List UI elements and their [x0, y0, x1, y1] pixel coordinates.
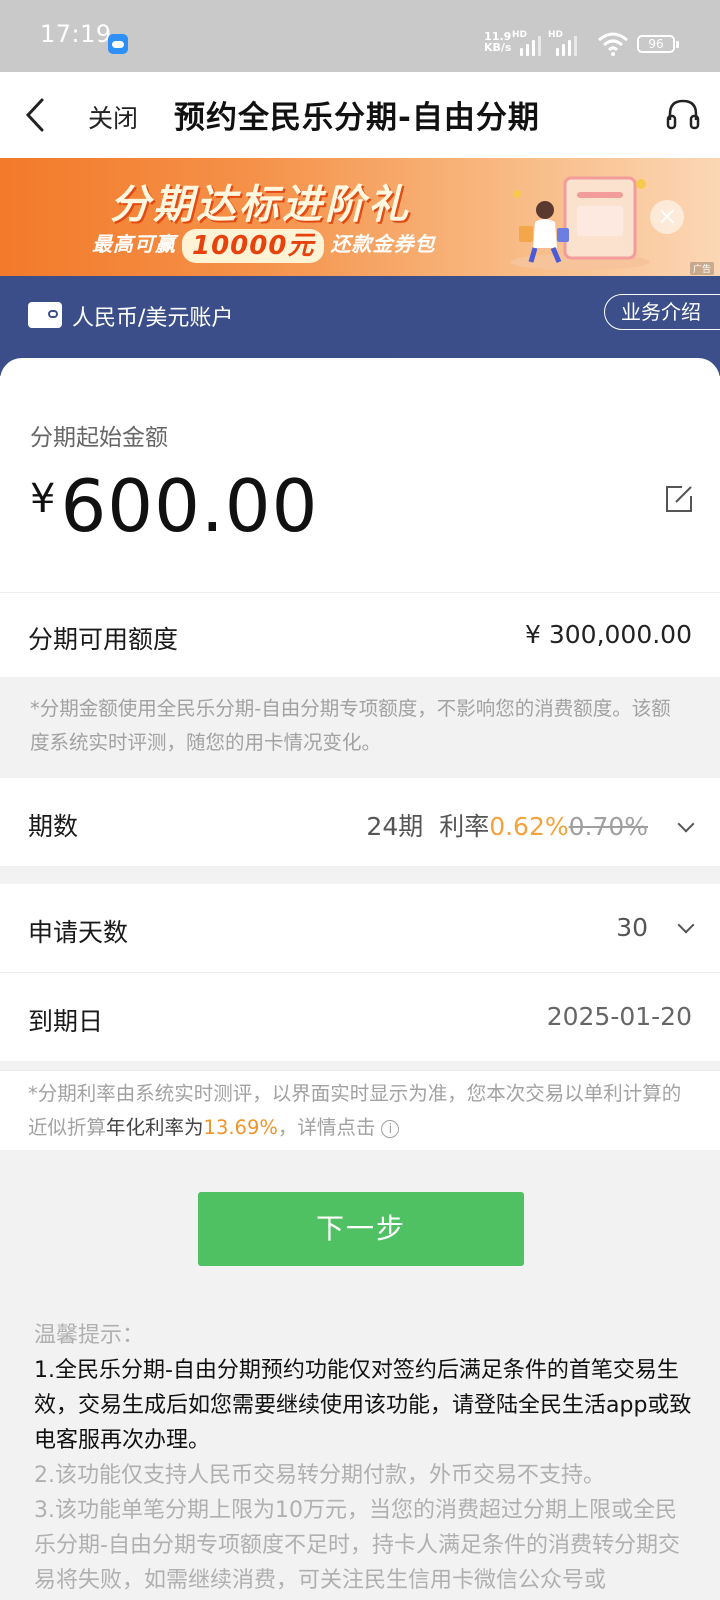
quota-row: 分期可用额度 ¥ 300,000.00	[0, 592, 720, 677]
amount-card: 分期起始金额 ¥600.00	[0, 358, 720, 592]
next-step-button[interactable]: 下一步	[198, 1192, 524, 1266]
sim2-hd-tag: HD	[548, 30, 564, 40]
edit-icon[interactable]	[664, 484, 694, 514]
nav-bar: 关闭 预约全民乐分期-自由分期	[0, 72, 720, 158]
business-intro-button[interactable]: 业务介绍	[604, 294, 720, 330]
page-title: 预约全民乐分期-自由分期	[174, 100, 540, 136]
battery-icon: 96	[637, 35, 679, 53]
promo-banner[interactable]: 分期达标进阶礼 最高可赢 10000元 还款金券包	[0, 158, 720, 276]
rate-original: 0.70%	[568, 812, 649, 841]
due-date-row: 到期日 2025-01-20	[0, 972, 720, 1061]
annual-rate-label: 年化利率为	[106, 1116, 204, 1139]
signal-icon: HD	[512, 30, 544, 56]
quota-note: *分期金额使用全民乐分期-自由分期专项额度，不影响您的消费额度。该额度系统实时评…	[30, 697, 671, 754]
tips-section: 温馨提示： 1.全民乐分期-自由分期预约功能仅对签约后满足条件的首笔交易生效，交…	[34, 1318, 694, 1598]
days-value: 30	[616, 913, 649, 942]
period-row[interactable]: 期数 24期 利率0.62%0.70%	[0, 778, 720, 866]
banner-amount: 10000元	[182, 228, 325, 263]
network-speed-unit: KB/s	[484, 41, 512, 54]
headset-icon[interactable]	[666, 98, 700, 132]
sim1-hd-tag: HD	[512, 30, 528, 40]
ad-tag: 广告	[690, 262, 715, 275]
banner-sub-suffix: 还款金券包	[330, 232, 436, 256]
currency-symbol: ¥	[30, 476, 57, 522]
status-bar: 17:19 11.9 KB/s HD HD 96	[0, 0, 720, 72]
account-label: 人民币/美元账户	[72, 306, 234, 331]
wifi-icon	[598, 32, 628, 56]
close-button[interactable]: 关闭	[88, 99, 138, 135]
banner-close-button[interactable]: ×	[650, 200, 684, 234]
weather-app-icon	[108, 34, 128, 54]
banner-sub-prefix: 最高可赢	[92, 232, 176, 256]
rate-note-suffix: ，详情点击	[277, 1116, 376, 1139]
rate-label: 利率	[439, 812, 490, 841]
tip-item: 1.全民乐分期-自由分期预约功能仅对签约后满足条件的首笔交易生效，交易生成后如您…	[34, 1358, 692, 1453]
rate-note: *分期利率由系统实时测评，以界面实时显示为准，您本次交易以单利计算的近似折算年化…	[0, 1070, 720, 1150]
period-selector[interactable]: 24期 利率0.62%0.70%	[366, 807, 695, 843]
banner-title: 分期达标进阶礼	[110, 182, 411, 228]
amount-value: ¥600.00	[30, 464, 318, 548]
days-row[interactable]: 申请天数 30	[0, 884, 720, 972]
period-value: 24期	[366, 812, 424, 841]
wallet-icon	[28, 302, 62, 328]
quota-value: ¥ 300,000.00	[525, 620, 692, 649]
quota-label: 分期可用额度	[28, 625, 179, 654]
tip-item: 2.该功能仅支持人民币交易转分期付款，外币交易不支持。	[34, 1463, 605, 1488]
info-icon[interactable]: i	[381, 1119, 400, 1138]
due-date-value: 2025-01-20	[546, 1002, 692, 1031]
rate-current: 0.62%	[489, 812, 569, 841]
amount-label: 分期起始金额	[30, 425, 168, 451]
annual-rate-value: 13.69%	[203, 1116, 278, 1139]
signal-icon: HD	[548, 30, 580, 56]
tip-item: 3.该功能单笔分期上限为10万元，当您的消费超过分期上限或全民乐分期-自由分期专…	[34, 1498, 680, 1593]
shopping-illustration-icon	[510, 176, 650, 270]
days-label: 申请天数	[28, 918, 129, 947]
chevron-down-icon	[677, 916, 695, 934]
tips-heading: 温馨提示：	[34, 1323, 145, 1348]
battery-level: 96	[648, 37, 664, 51]
chevron-down-icon	[677, 815, 695, 833]
back-arrow-icon[interactable]	[22, 96, 50, 134]
due-date-label: 到期日	[28, 1007, 104, 1036]
network-speed: 11.9 KB/s	[484, 31, 511, 53]
status-time: 17:19	[40, 20, 112, 48]
amount-number: 600.00	[60, 464, 319, 548]
banner-subtitle: 最高可赢 10000元 还款金券包	[92, 228, 435, 263]
period-label: 期数	[28, 812, 79, 841]
days-selector[interactable]: 30	[616, 913, 695, 942]
